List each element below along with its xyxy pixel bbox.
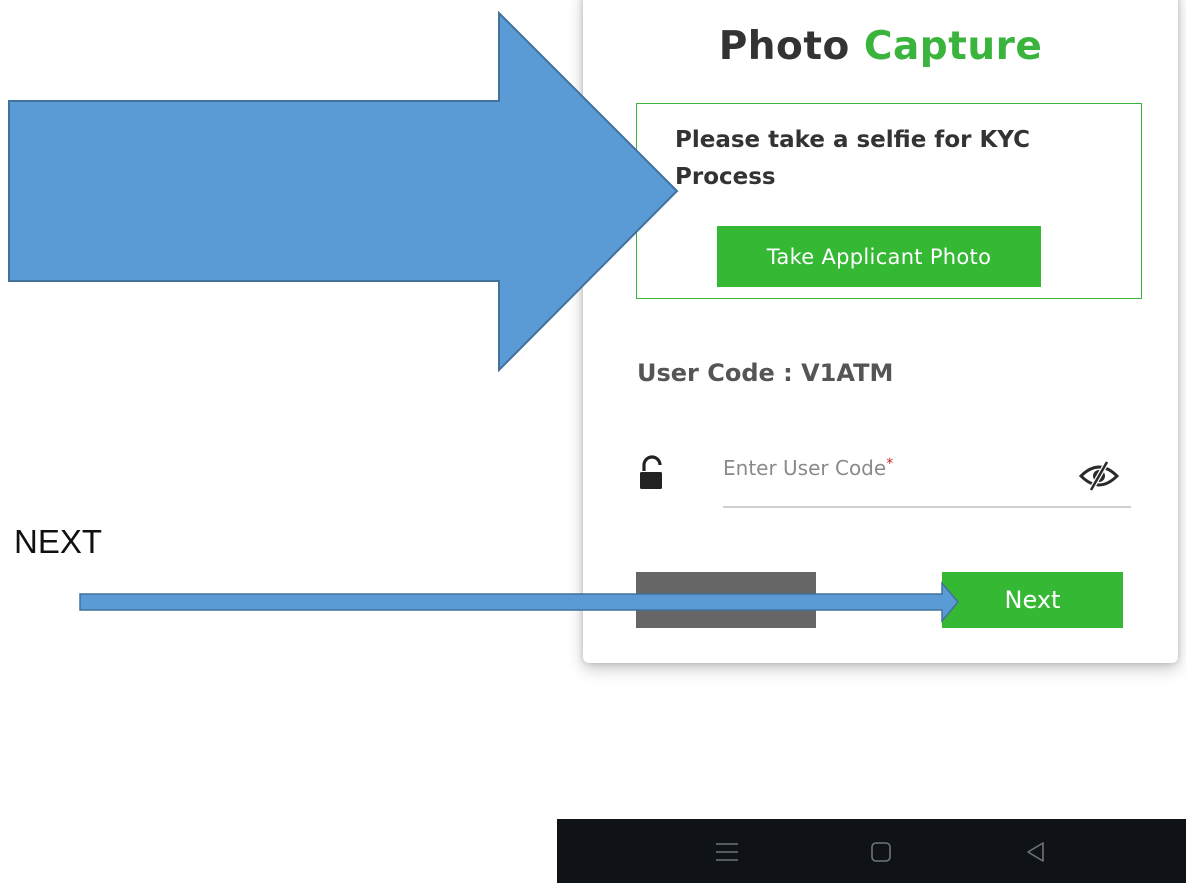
home-icon[interactable] <box>866 837 896 867</box>
system-navigation-bar <box>557 819 1186 883</box>
next-arrow-annotation <box>79 580 959 624</box>
title-accent: Capture <box>863 24 1043 69</box>
unlock-icon <box>640 455 662 489</box>
user-code-field[interactable]: Enter User Code* <box>723 456 1131 508</box>
take-applicant-photo-button[interactable]: Take Applicant Photo <box>717 226 1041 287</box>
pointer-arrow-annotation <box>8 10 679 373</box>
required-mark: * <box>886 456 894 472</box>
title-prefix: Photo <box>718 24 850 69</box>
selfie-prompt: Please take a selfie for KYC Process <box>675 127 1031 190</box>
menu-icon[interactable] <box>712 837 742 867</box>
back-icon[interactable] <box>1021 837 1051 867</box>
eye-slash-icon[interactable] <box>1077 460 1121 492</box>
next-annotation-label: NEXT <box>14 523 103 560</box>
user-code-placeholder: Enter User Code* <box>723 456 894 480</box>
